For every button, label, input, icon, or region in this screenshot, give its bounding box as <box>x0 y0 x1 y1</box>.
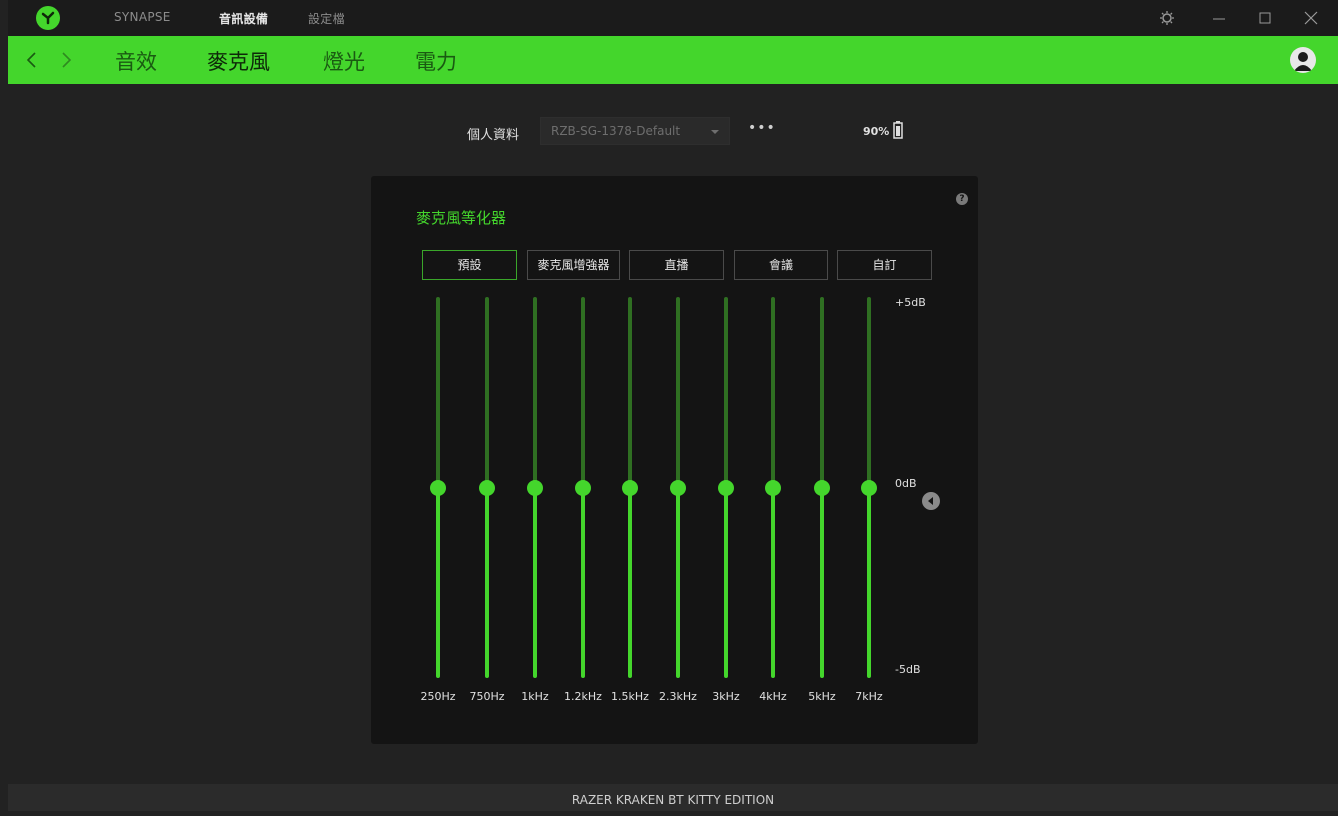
eq-track-upper[interactable] <box>676 297 680 488</box>
eq-track-lower[interactable] <box>676 487 680 678</box>
eq-track-upper[interactable] <box>724 297 728 488</box>
tab-microphone[interactable]: 麥克風 <box>207 46 270 76</box>
profile-label: 個人資料 <box>467 128 520 143</box>
razer-logo-icon[interactable] <box>36 6 60 30</box>
settings-gear-icon[interactable] <box>1158 9 1176 27</box>
eq-frequency-label: 4kHz <box>759 690 787 703</box>
eq-track-lower[interactable] <box>581 487 585 678</box>
eq-track-lower[interactable] <box>533 487 537 678</box>
profile-dropdown[interactable]: RZB-SG-1378-Default <box>540 117 730 145</box>
eq-slider-knob[interactable] <box>861 479 877 496</box>
help-icon[interactable]: ? <box>956 193 968 205</box>
tab-power[interactable]: 電力 <box>415 46 457 76</box>
collapse-arrow-icon[interactable] <box>922 492 940 510</box>
eq-frequency-label: 7kHz <box>855 690 883 703</box>
back-arrow-icon[interactable] <box>22 50 42 70</box>
eq-slider-knob[interactable] <box>718 479 734 496</box>
tab-synapse[interactable]: SYNAPSE <box>114 10 171 24</box>
db-label-mid: 0dB <box>895 477 917 490</box>
user-avatar[interactable] <box>1290 47 1316 73</box>
eq-track-upper[interactable] <box>628 297 632 488</box>
minimize-icon[interactable] <box>1210 9 1228 27</box>
eq-track-lower[interactable] <box>628 487 632 678</box>
eq-track-lower[interactable] <box>436 487 440 678</box>
eq-slider-knob[interactable] <box>527 479 543 496</box>
tab-audio-devices[interactable]: 音訊設備 <box>219 10 268 27</box>
chevron-down-icon <box>711 130 719 134</box>
device-name-footer: RAZER KRAKEN BT KITTY EDITION <box>8 784 1338 811</box>
eq-track-lower[interactable] <box>867 487 871 678</box>
more-options-button[interactable]: ••• <box>748 120 776 136</box>
eq-track-upper[interactable] <box>820 297 824 488</box>
eq-track-lower[interactable] <box>724 487 728 678</box>
equalizer-title: 麥克風等化器 <box>416 209 507 227</box>
title-bar: SYNAPSE 音訊設備 設定檔 <box>8 0 1338 36</box>
eq-frequency-label: 3kHz <box>712 690 740 703</box>
eq-track-upper[interactable] <box>771 297 775 488</box>
eq-frequency-label: 250Hz <box>420 690 456 703</box>
db-label-top: +5dB <box>895 296 926 309</box>
preset-custom-button[interactable]: 自訂 <box>837 250 932 280</box>
eq-slider-knob[interactable] <box>479 479 495 496</box>
preset-streaming-button[interactable]: 直播 <box>629 250 724 280</box>
db-label-bottom: -5dB <box>895 663 921 676</box>
preset-mic-enhancer-button[interactable]: 麥克風增強器 <box>527 250 620 280</box>
forward-arrow-icon[interactable] <box>56 50 76 70</box>
eq-frequency-label: 750Hz <box>469 690 505 703</box>
tab-lighting[interactable]: 燈光 <box>323 46 365 76</box>
profile-selected-value: RZB-SG-1378-Default <box>551 124 681 138</box>
eq-slider-knob[interactable] <box>814 479 830 496</box>
eq-track-lower[interactable] <box>771 487 775 678</box>
eq-slider-knob[interactable] <box>430 479 446 496</box>
eq-frequency-label: 5kHz <box>808 690 836 703</box>
preset-conference-button[interactable]: 會議 <box>734 250 828 280</box>
eq-slider-knob[interactable] <box>670 479 686 496</box>
eq-track-lower[interactable] <box>820 487 824 678</box>
eq-slider-knob[interactable] <box>575 479 591 496</box>
eq-frequency-label: 1.5kHz <box>611 690 649 703</box>
tab-profiles[interactable]: 設定檔 <box>308 10 345 27</box>
maximize-icon[interactable] <box>1256 9 1274 27</box>
eq-frequency-label: 1.2kHz <box>564 690 602 703</box>
preset-default-button[interactable]: 預設 <box>422 250 517 280</box>
sub-navigation: 音效 麥克風 燈光 電力 <box>8 36 1338 84</box>
battery-icon <box>893 121 903 139</box>
eq-track-upper[interactable] <box>533 297 537 488</box>
tab-sound[interactable]: 音效 <box>115 46 157 76</box>
eq-slider-knob[interactable] <box>622 479 638 496</box>
eq-track-upper[interactable] <box>581 297 585 488</box>
eq-track-upper[interactable] <box>436 297 440 488</box>
eq-slider-knob[interactable] <box>765 479 781 496</box>
eq-track-upper[interactable] <box>485 297 489 488</box>
eq-frequency-label: 2.3kHz <box>659 690 697 703</box>
eq-frequency-label: 1kHz <box>521 690 549 703</box>
eq-track-lower[interactable] <box>485 487 489 678</box>
eq-track-upper[interactable] <box>867 297 871 488</box>
battery-level: 90% <box>863 125 890 138</box>
close-icon[interactable] <box>1302 9 1320 27</box>
